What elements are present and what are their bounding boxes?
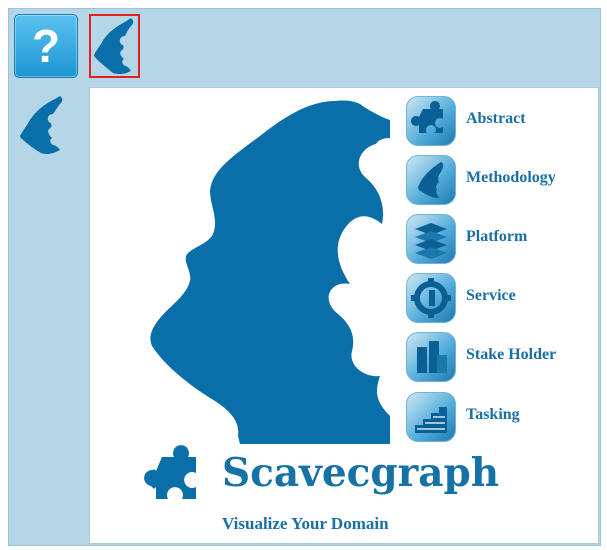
menu-label-abstract: Abstract [466, 110, 526, 127]
sidebar-face-icon[interactable] [16, 92, 70, 158]
puzzle-logo-icon [144, 445, 196, 499]
menu-label-stake-holder: Stake Holder [466, 346, 557, 363]
menu-item-methodology[interactable]: Methodology [406, 155, 596, 207]
menu-label-tasking: Tasking [466, 406, 520, 423]
brand-subtitle: Visualize Your Domain [222, 514, 389, 533]
help-icon: ? [31, 20, 61, 72]
menu-label-service: Service [466, 287, 516, 304]
scavecgraph-face-hero-icon [150, 100, 390, 444]
puzzle-icon [406, 96, 456, 146]
help-button[interactable]: ? [14, 14, 78, 78]
face-puzzle-icon [406, 155, 456, 205]
menu-item-stake-holder[interactable]: Stake Holder [406, 332, 596, 384]
home-thumbnail-button[interactable] [89, 14, 140, 78]
menu-label-platform: Platform [466, 228, 528, 245]
gear-puzzle-icon [406, 273, 456, 323]
stack-layers-icon [406, 214, 456, 264]
menu-item-tasking[interactable]: Tasking [406, 392, 596, 444]
menu-item-abstract[interactable]: Abstract [406, 96, 596, 148]
menu-label-methodology: Methodology [466, 169, 556, 186]
menu-item-platform[interactable]: Platform [406, 214, 596, 266]
brand-title: Scavecgraph [222, 450, 500, 496]
buildings-icon [406, 332, 456, 382]
stairs-icon [406, 392, 456, 442]
menu-item-service[interactable]: Service [406, 273, 596, 325]
main-panel: Abstract Methodology Platform Service St… [89, 87, 599, 544]
scavecgraph-face-icon [94, 18, 134, 75]
